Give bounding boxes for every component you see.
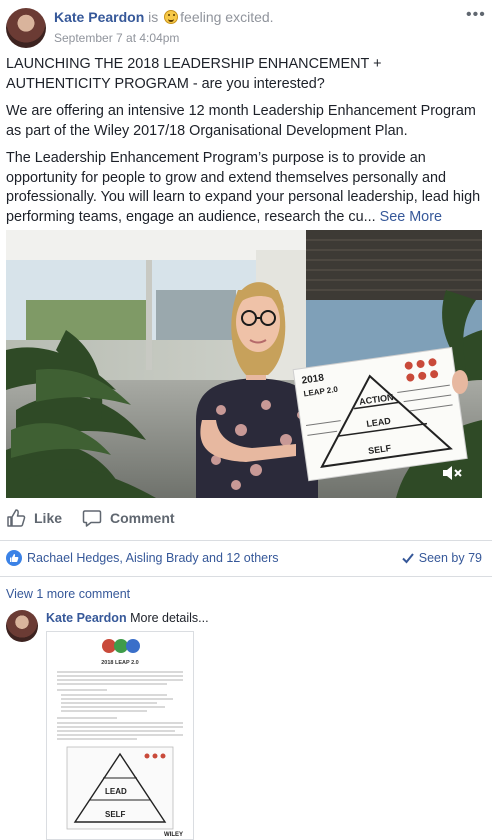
post-header: Kate Peardon is feeling excited. Septemb… xyxy=(0,0,492,52)
post-paragraph-2: We are offering an intensive 12 month Le… xyxy=(6,103,476,139)
post-paragraph-1: LAUNCHING THE 2018 LEADERSHIP ENHANCEMEN… xyxy=(6,56,382,92)
comment-author-avatar[interactable] xyxy=(6,610,38,642)
view-more-comments-link[interactable]: View 1 more comment xyxy=(6,587,130,601)
reactions-text: Rachael Hedges, Aisling Brady and 12 oth… xyxy=(27,551,279,565)
smiley-emoji-icon xyxy=(164,10,179,24)
checkmark-icon xyxy=(402,553,414,564)
author-avatar[interactable] xyxy=(6,8,46,48)
comment-author-name[interactable]: Kate Peardon xyxy=(46,611,127,625)
like-button[interactable]: Like xyxy=(6,506,62,530)
post-actions: Like Comment xyxy=(0,506,492,530)
volume-muted-icon[interactable] xyxy=(442,464,464,482)
seen-by-label: Seen by 79 xyxy=(418,551,482,565)
post-body: LAUNCHING THE 2018 LEADERSHIP ENHANCEMEN… xyxy=(6,55,488,235)
see-more-link[interactable]: See More xyxy=(380,209,442,225)
attachment-tier-lead: LEAD xyxy=(105,787,127,796)
comment-item: Kate Peardon More details... xyxy=(46,611,209,625)
comment-label: Comment xyxy=(110,510,175,526)
more-horizontal-icon[interactable]: ••• xyxy=(466,6,486,24)
comment-bubble-icon xyxy=(82,510,102,527)
attachment-tier-self: SELF xyxy=(105,810,126,819)
reactions-summary[interactable]: Rachael Hedges, Aisling Brady and 12 oth… xyxy=(6,549,279,567)
like-label: Like xyxy=(34,510,63,526)
post-video[interactable]: 2018 LEAP 2.0 ACTION LEAD SELF xyxy=(6,230,482,498)
attachment-flyer-illustration: 2018 LEAP 2.0 LEAD SELF WILEY xyxy=(47,632,193,839)
thumbs-up-icon xyxy=(7,509,26,527)
seen-by[interactable]: Seen by 79 xyxy=(402,549,482,567)
video-frame-illustration: 2018 LEAP 2.0 ACTION LEAD SELF xyxy=(6,230,482,498)
attachment-heading: 2018 LEAP 2.0 xyxy=(101,660,139,666)
post-paragraph-3: The Leadership Enhancement Program’s pur… xyxy=(6,149,488,227)
post-feeling: feeling excited. xyxy=(180,9,274,25)
comment-button[interactable]: Comment xyxy=(82,506,175,530)
post-verb: is xyxy=(148,9,159,25)
comment-text: More details... xyxy=(130,611,209,625)
post-author-name[interactable]: Kate Peardon xyxy=(54,9,144,25)
like-reaction-icon xyxy=(6,550,22,566)
divider-actions xyxy=(0,540,492,541)
comment-attachment-image[interactable]: 2018 LEAP 2.0 LEAD SELF WILEY xyxy=(46,631,194,840)
wiley-logo: WILEY xyxy=(164,832,183,838)
post-timestamp[interactable]: September 7 at 4:04pm xyxy=(54,31,179,45)
divider-reactions xyxy=(0,576,492,577)
post-author-line: Kate Peardon is feeling excited. xyxy=(54,9,274,25)
